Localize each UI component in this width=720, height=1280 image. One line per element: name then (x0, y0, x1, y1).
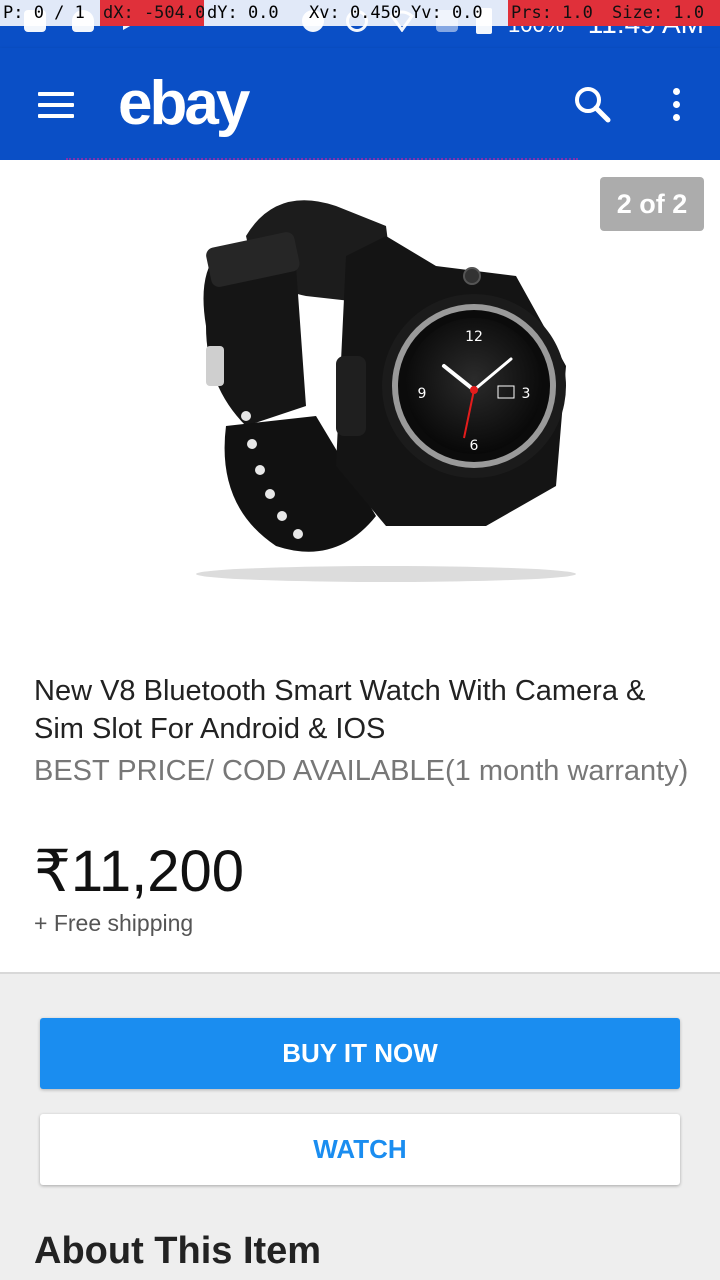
ebay-logo[interactable]: ebay (118, 68, 250, 139)
about-this-item-heading: About This Item (34, 1230, 322, 1272)
gallery-indicator (66, 158, 578, 160)
overlay-pressure: Prs: 1.0 (508, 0, 609, 26)
item-title: New V8 Bluetooth Smart Watch With Camera… (34, 675, 646, 745)
menu-icon[interactable] (38, 92, 74, 118)
svg-text:12: 12 (465, 329, 483, 345)
svg-text:6: 6 (470, 438, 479, 454)
more-vert-icon[interactable] (668, 84, 684, 124)
overlay-dx: dX: -504.0 (100, 0, 204, 26)
app-bar: ebay (0, 48, 720, 160)
product-image[interactable]: 12 6 9 3 (186, 186, 586, 596)
buy-it-now-button[interactable]: BUY IT NOW (40, 1018, 680, 1089)
search-icon[interactable] (572, 84, 612, 124)
item-subtitle: BEST PRICE/ COD AVAILABLE(1 month warran… (34, 755, 689, 787)
overlay-yv: Yv: 0.0 (411, 3, 483, 23)
image-counter-badge: 2 of 2 (600, 177, 704, 231)
shipping-info: + Free shipping (34, 910, 194, 936)
item-price: ₹11,200 (34, 839, 244, 904)
svg-text:9: 9 (418, 386, 427, 402)
pointer-location-overlay: P: 0 / 1 dX: -504.0 dY: 0.0 Xv: 0.450 Yv… (0, 0, 720, 26)
svg-text:3: 3 (522, 386, 531, 402)
status-bar: 100% 11:49 AM P: 0 / 1 dX: -504.0 dY: 0.… (0, 0, 720, 48)
overlay-dy: dY: 0.0 (207, 3, 279, 23)
overlay-pointer-count: P: 0 / 1 (3, 3, 85, 23)
overlay-xv: Xv: 0.450 (309, 3, 402, 23)
watch-button[interactable]: WATCH (40, 1114, 680, 1185)
overlay-size: Size: 1.0 (609, 0, 720, 26)
